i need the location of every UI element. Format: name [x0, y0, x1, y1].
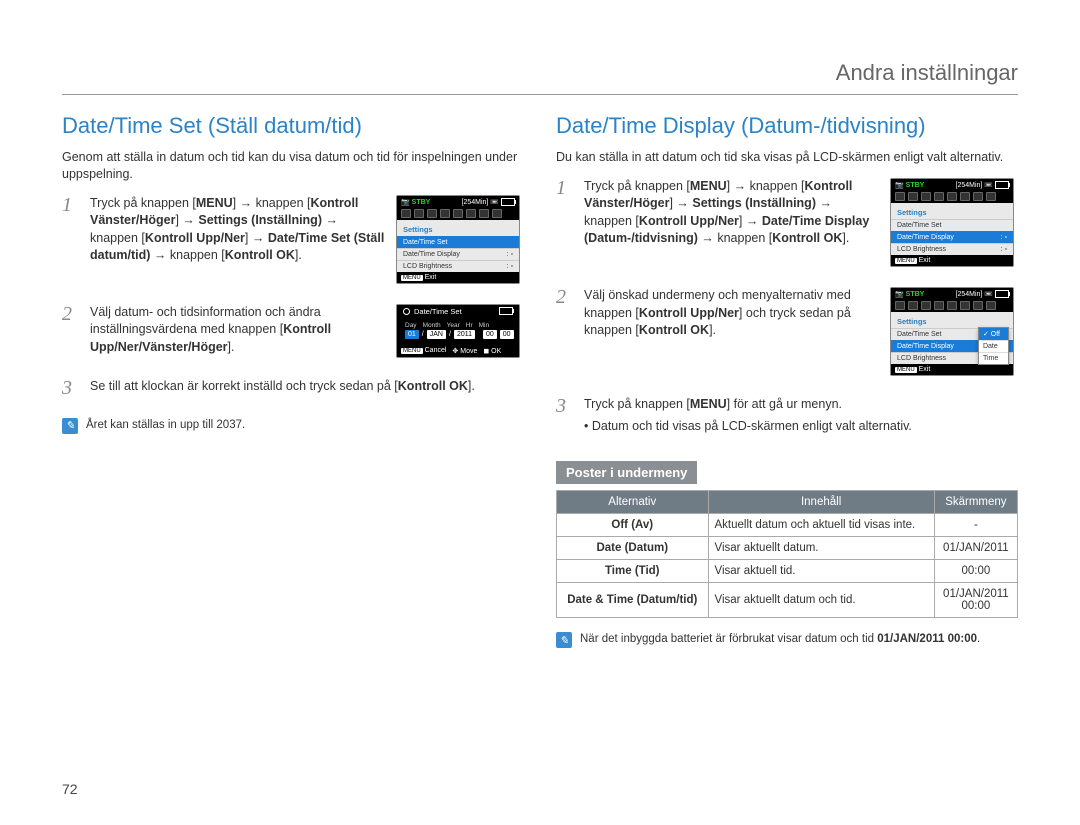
step-text: Välj datum- och tidsinformation och ändr…	[90, 304, 388, 357]
step-number: 3	[62, 378, 80, 398]
step-text: Välj önskad undermeny och menyalternativ…	[584, 287, 882, 340]
page-number: 72	[62, 781, 78, 797]
table-row: Off (Av)Aktuellt datum och aktuell tid v…	[557, 514, 1018, 537]
left-title: Date/Time Set (Ställ datum/tid)	[62, 113, 524, 139]
lcd-screenshot-3: 📷 STBY[254Min] 📼 Settings Date/Time Set …	[890, 178, 1014, 267]
step-number: 2	[556, 287, 574, 384]
right-title: Date/Time Display (Datum-/tidvisning)	[556, 113, 1018, 139]
page-header: Andra inställningar	[62, 60, 1018, 86]
th-innehall: Innehåll	[708, 491, 934, 514]
note-text: Året kan ställas in upp till 2037.	[86, 418, 245, 434]
right-intro: Du kan ställa in att datum och tid ska v…	[556, 149, 1018, 166]
lcd-screenshot-1: 📷 STBY[254Min] 📼 Settings Date/Time Set …	[396, 195, 520, 284]
lcd-screenshot-4: 📷 STBY[254Min] 📼 Settings Date/Time Set …	[890, 287, 1014, 376]
options-table: Alternativ Innehåll Skärmmeny Off (Av)Ak…	[556, 490, 1018, 618]
step-text: Tryck på knappen [MENU] → knappen [Kontr…	[90, 195, 388, 265]
th-alternativ: Alternativ	[557, 491, 709, 514]
lcd-screenshot-2: Date/Time Set DayMonthYearHrMin 01 / JAN…	[396, 304, 520, 358]
th-skarmmeny: Skärmmeny	[934, 491, 1017, 514]
info-icon: ✎	[556, 632, 572, 648]
note-text: När det inbyggda batteriet är förbrukat …	[580, 632, 980, 648]
right-step-2: 2 Välj önskad undermeny och menyalternat…	[556, 287, 1018, 384]
subhead: Poster i undermeny	[556, 461, 697, 484]
left-intro: Genom att ställa in datum och tid kan du…	[62, 149, 524, 183]
col-left: Date/Time Set (Ställ datum/tid) Genom at…	[62, 113, 524, 648]
right-step-1: 1 Tryck på knappen [MENU] → knappen [Kon…	[556, 178, 1018, 275]
submenu-dropdown: ✓ Off Date Time	[978, 327, 1009, 365]
divider	[62, 94, 1018, 95]
left-step-1: 1 Tryck på knappen [MENU] → knappen [Kon…	[62, 195, 524, 292]
step-number: 1	[62, 195, 80, 292]
step-text: Tryck på knappen [MENU] för att gå ur me…	[584, 396, 1018, 435]
gear-icon	[403, 308, 410, 315]
table-row: Time (Tid)Visar aktuell tid.00:00	[557, 560, 1018, 583]
left-note: ✎ Året kan ställas in upp till 2037.	[62, 418, 524, 434]
table-row: Date & Time (Datum/tid)Visar aktuellt da…	[557, 583, 1018, 618]
bullet: Datum och tid visas på LCD-skärmen enlig…	[584, 418, 1018, 436]
left-step-2: 2 Välj datum- och tidsinformation och än…	[62, 304, 524, 366]
info-icon: ✎	[62, 418, 78, 434]
step-text: Se till att klockan är korrekt inställd …	[90, 378, 524, 398]
left-step-3: 3 Se till att klockan är korrekt inställ…	[62, 378, 524, 398]
right-step-3: 3 Tryck på knappen [MENU] för att gå ur …	[556, 396, 1018, 435]
table-row: Date (Datum)Visar aktuellt datum.01/JAN/…	[557, 537, 1018, 560]
col-right: Date/Time Display (Datum-/tidvisning) Du…	[556, 113, 1018, 648]
step-number: 3	[556, 396, 574, 435]
right-note: ✎ När det inbyggda batteriet är förbruka…	[556, 632, 1018, 648]
step-number: 2	[62, 304, 80, 366]
step-text: Tryck på knappen [MENU] → knappen [Kontr…	[584, 178, 882, 248]
step-number: 1	[556, 178, 574, 275]
